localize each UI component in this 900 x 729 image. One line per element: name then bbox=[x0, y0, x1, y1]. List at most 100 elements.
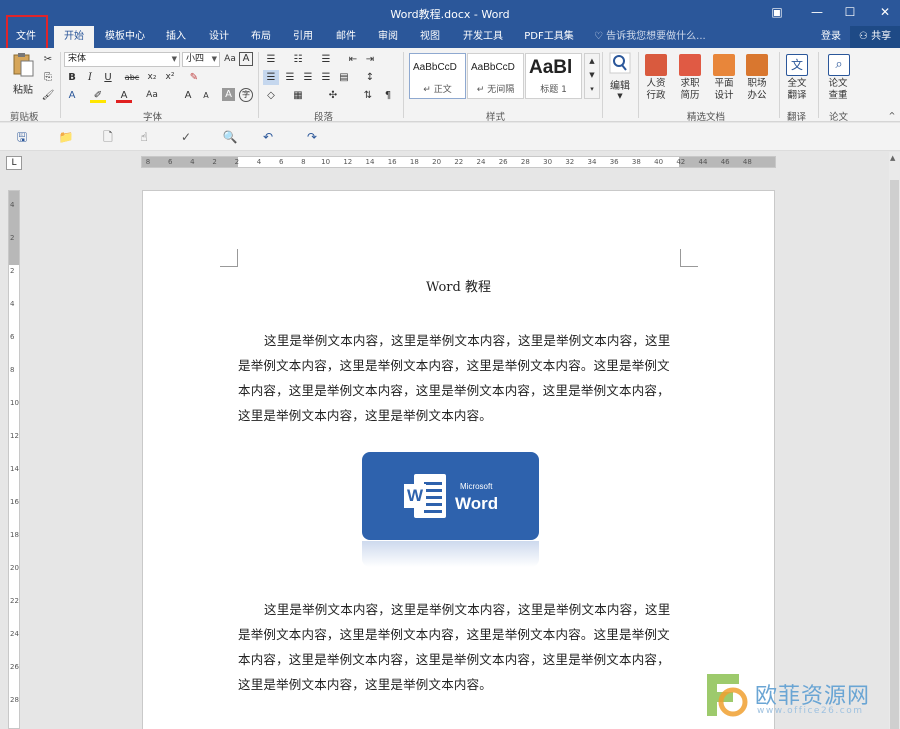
font-color-icon[interactable]: A bbox=[116, 88, 132, 103]
tab-mailings[interactable]: 邮件 bbox=[330, 26, 362, 48]
tab-insert[interactable]: 插入 bbox=[160, 26, 192, 48]
print-preview-icon[interactable]: 🔍 bbox=[222, 129, 238, 145]
text-effects-icon[interactable]: A bbox=[64, 88, 80, 103]
featured-line2: 简历 bbox=[680, 90, 700, 101]
group-paragraph-label: 段落 bbox=[314, 112, 334, 123]
redo-icon[interactable]: ↷ bbox=[304, 129, 320, 145]
clear-format-icon[interactable]: ✎ bbox=[186, 70, 202, 85]
ribbon-display-icon[interactable]: ▣ bbox=[766, 3, 788, 21]
tab-review[interactable]: 审阅 bbox=[372, 26, 404, 48]
grow-font-icon[interactable]: A bbox=[180, 88, 196, 103]
bold-icon[interactable]: B bbox=[64, 70, 80, 85]
spelling-icon[interactable]: ✓ bbox=[178, 129, 194, 145]
cut-icon[interactable]: ✂ bbox=[40, 52, 56, 67]
graphic-design-icon[interactable] bbox=[713, 54, 735, 76]
paste-button[interactable]: 粘贴 bbox=[10, 52, 36, 96]
ruler-number: 6 bbox=[10, 333, 15, 341]
strikethrough-icon[interactable]: abc bbox=[124, 70, 140, 85]
magnifier-icon[interactable]: ⌕ bbox=[828, 54, 850, 76]
styles-more-icon[interactable]: ▲ ▼ ▾ bbox=[584, 53, 600, 99]
save-icon[interactable]: 🖫 bbox=[14, 129, 30, 145]
tab-developer[interactable]: 开发工具 bbox=[458, 26, 508, 48]
asian-layout-icon[interactable]: ✣ bbox=[325, 88, 341, 103]
superscript-icon[interactable]: x² bbox=[162, 70, 178, 85]
paragraph-1[interactable]: 这里是举例文本内容，这里是举例文本内容，这里是举例文本内容，这里是举例文本内容，… bbox=[238, 328, 678, 428]
featured-hr[interactable]: 人资 行政 bbox=[640, 78, 672, 102]
char-border-icon[interactable]: A bbox=[239, 52, 253, 66]
collapse-ribbon-icon[interactable]: ^ bbox=[884, 108, 900, 123]
word-logo-image[interactable]: W Microsoft Word bbox=[362, 452, 539, 540]
document-title[interactable]: Word 教程 bbox=[143, 276, 774, 295]
editing-button[interactable]: 编辑 ▼ bbox=[606, 52, 634, 100]
highlight-icon[interactable]: ✐ bbox=[90, 88, 106, 103]
change-case-icon[interactable]: Aa bbox=[144, 88, 160, 103]
numbering-icon[interactable]: ☷ bbox=[290, 52, 306, 67]
undo-icon[interactable]: ↶ bbox=[260, 129, 276, 145]
resume-icon[interactable] bbox=[679, 54, 701, 76]
style-no-spacing[interactable]: AaBbCcD ↵ 无间隔 bbox=[467, 53, 524, 99]
align-left-icon[interactable]: ☰ bbox=[263, 70, 279, 85]
tab-home[interactable]: 开始 bbox=[54, 26, 94, 48]
translate-button[interactable]: 全文 翻译 bbox=[781, 78, 813, 102]
style-heading-1[interactable]: AaBl 标题 1 bbox=[525, 53, 582, 99]
multilevel-list-icon[interactable]: ☰ bbox=[318, 52, 334, 67]
featured-design[interactable]: 平面 设计 bbox=[708, 78, 740, 102]
new-document-icon[interactable]: 🗋 bbox=[100, 129, 116, 145]
featured-resume[interactable]: 求职 简历 bbox=[674, 78, 706, 102]
open-folder-icon[interactable]: 📁 bbox=[58, 129, 74, 145]
enclose-char-icon[interactable]: 字 bbox=[239, 88, 253, 102]
subscript-icon[interactable]: x₂ bbox=[144, 70, 160, 85]
font-name-select[interactable]: 宋体 ▼ bbox=[64, 52, 180, 67]
format-painter-icon[interactable]: 🖌 bbox=[40, 88, 56, 103]
document-page[interactable]: Word 教程 这里是举例文本内容，这里是举例文本内容，这里是举例文本内容，这里… bbox=[142, 190, 775, 729]
vertical-scrollbar[interactable]: ▲ bbox=[889, 152, 900, 729]
char-shading-icon[interactable]: A bbox=[222, 88, 235, 101]
maximize-icon[interactable]: ☐ bbox=[839, 3, 861, 21]
ruler-number: 24 bbox=[476, 158, 486, 166]
scroll-up-icon[interactable]: ▲ bbox=[890, 154, 895, 162]
horizontal-ruler[interactable]: 8 6 4 2 2 4 6 8 10 12 14 16 18 20 22 24 26 28 30 32 34 36 38 40… bbox=[141, 156, 776, 168]
hr-admin-icon[interactable] bbox=[645, 54, 667, 76]
font-size-select[interactable]: 小四 ▼ bbox=[182, 52, 220, 67]
align-center-icon[interactable]: ☰ bbox=[282, 70, 298, 85]
vertical-ruler[interactable]: 4 2 2 4 6 8 10 12 14 16 18 20 22 24 26 28 bbox=[8, 190, 20, 729]
office-work-icon[interactable] bbox=[746, 54, 768, 76]
paragraph-2[interactable]: 这里是举例文本内容，这里是举例文本内容，这里是举例文本内容，这里是举例文本内容，… bbox=[238, 597, 678, 697]
tab-references[interactable]: 引用 bbox=[287, 26, 319, 48]
align-right-icon[interactable]: ☰ bbox=[300, 70, 316, 85]
bullets-icon[interactable]: ☰ bbox=[263, 52, 279, 67]
translate-icon[interactable]: 文 bbox=[786, 54, 808, 76]
touch-mode-icon[interactable]: ☝ bbox=[136, 129, 152, 145]
tab-design[interactable]: 设计 bbox=[203, 26, 235, 48]
close-icon[interactable]: ✕ bbox=[874, 3, 896, 21]
share-button[interactable]: ⚇ 共享 bbox=[850, 26, 900, 48]
italic-icon[interactable]: I bbox=[82, 70, 98, 85]
featured-office[interactable]: 职场 办公 bbox=[741, 78, 773, 102]
line-spacing-icon[interactable]: ↕ bbox=[362, 70, 378, 85]
tab-selector[interactable]: L bbox=[6, 156, 22, 170]
decrease-indent-icon[interactable]: ⇤ bbox=[345, 52, 361, 67]
minimize-icon[interactable]: — bbox=[806, 3, 828, 21]
tab-layout[interactable]: 布局 bbox=[245, 26, 277, 48]
distributed-icon[interactable]: ▤ bbox=[336, 70, 352, 85]
show-marks-icon[interactable]: ¶ bbox=[380, 88, 396, 103]
tab-template-center[interactable]: 模板中心 bbox=[100, 26, 150, 48]
change-case-icon[interactable]: Aa bbox=[222, 52, 238, 67]
paper-check-button[interactable]: 论文 查重 bbox=[822, 78, 854, 102]
tab-view[interactable]: 视图 bbox=[414, 26, 446, 48]
scroll-thumb[interactable] bbox=[890, 180, 899, 729]
paper-line2: 查重 bbox=[828, 90, 848, 101]
increase-indent-icon[interactable]: ⇥ bbox=[362, 52, 378, 67]
style-sample: AaBbCcD bbox=[471, 62, 515, 73]
borders-icon[interactable]: ▦ bbox=[290, 88, 306, 103]
tell-me-box[interactable]: ♡ 告诉我您想要做什么... bbox=[594, 26, 706, 48]
tab-pdf-tools[interactable]: PDF工具集 bbox=[520, 26, 578, 48]
shading-icon[interactable]: ◇ bbox=[263, 88, 279, 103]
style-normal[interactable]: AaBbCcD ↵ 正文 bbox=[409, 53, 466, 99]
underline-icon[interactable]: U bbox=[100, 70, 116, 85]
copy-icon[interactable]: ⎘ bbox=[40, 70, 56, 85]
sort-icon[interactable]: ⇅ bbox=[360, 88, 376, 103]
login-link[interactable]: 登录 bbox=[821, 26, 841, 48]
justify-icon[interactable]: ☰ bbox=[318, 70, 334, 85]
shrink-font-icon[interactable]: A bbox=[198, 88, 214, 103]
